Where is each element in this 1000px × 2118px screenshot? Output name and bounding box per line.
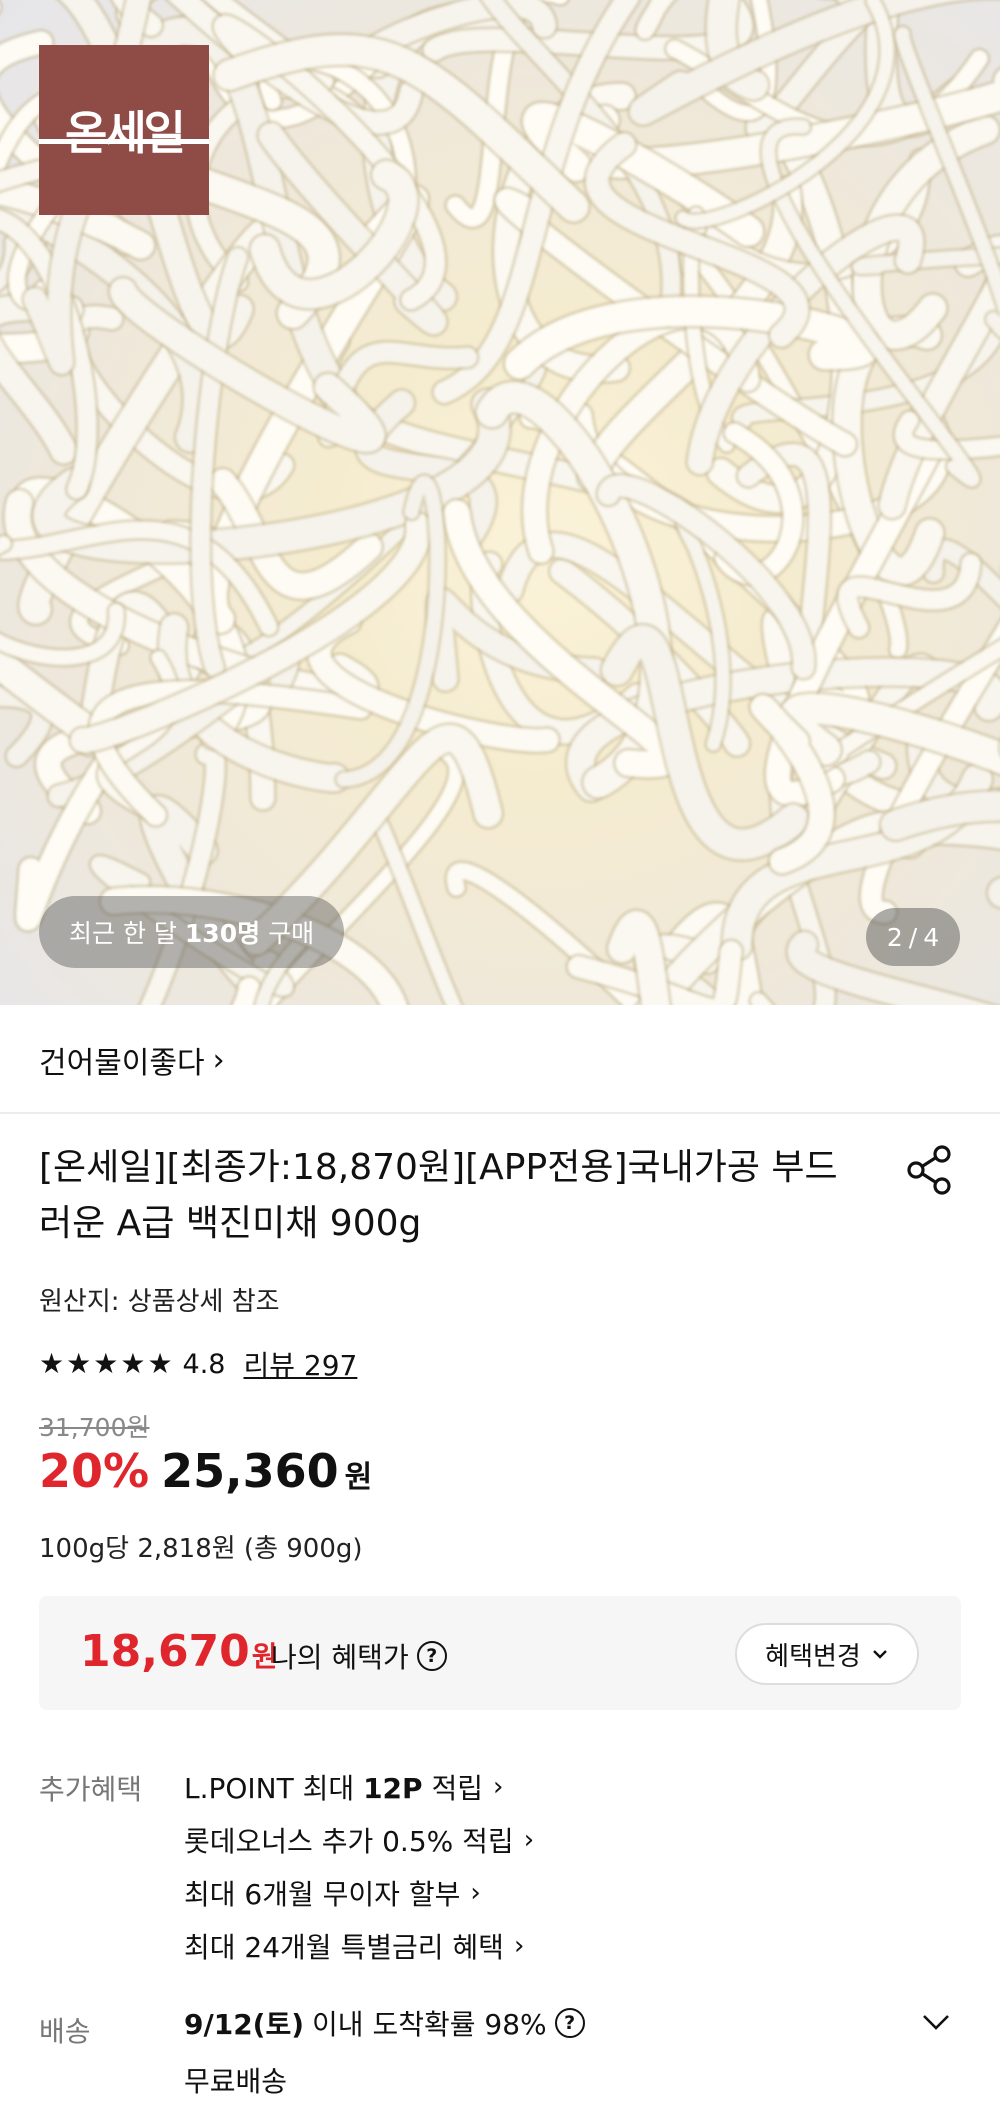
rating-row: ★ ★ ★ ★ ★ 4.8 리뷰 297 — [39, 1344, 357, 1384]
price-unit: 원 — [344, 1460, 373, 1495]
divider — [0, 1112, 1000, 1114]
my-benefit-price: 18,670 원 — [80, 1626, 278, 1677]
extra-benefits-list: L.POINT 최대 12P 적립 › 롯데오너스 추가 0.5% 적립 › 최… — [184, 1760, 534, 1972]
my-benefit-label: 나의 혜택가 ? — [271, 1636, 447, 1676]
sale-price: 25,360 — [161, 1444, 339, 1498]
product-title: [온세일][최종가:18,870원][APP전용]국내가공 부드러운 A급 백진… — [39, 1147, 838, 1244]
discount-rate: 20% — [39, 1444, 150, 1498]
benefit-item-lotte-owners[interactable]: 롯데오너스 추가 0.5% 적립 › — [184, 1813, 534, 1866]
help-icon[interactable]: ? — [416, 1641, 447, 1671]
chevron-right-icon: › — [523, 1824, 535, 1855]
delivery-estimate: 9/12(토) 이내 도착확률 98% ? — [184, 2003, 585, 2043]
unit-price: 100g당 2,818원 (총 900g) — [39, 1534, 363, 1564]
origin-info: 원산지: 상품상세 참조 — [39, 1287, 280, 1317]
original-price: 31,700원 — [39, 1413, 150, 1442]
recent-buyers-badge: 최근 한 달 130명 구매 — [39, 896, 345, 968]
rating-value: 4.8 — [182, 1348, 226, 1380]
star-icon: ★ — [120, 1347, 146, 1380]
store-link[interactable]: 건어물이좋다 › — [39, 1030, 225, 1090]
star-icon: ★ — [66, 1347, 92, 1380]
chevron-right-icon: › — [492, 1771, 504, 1802]
brand-logo: 온세일 — [39, 45, 209, 215]
my-benefit-price-box: 18,670 원 나의 혜택가 ? 혜택변경 — [39, 1596, 961, 1710]
image-page-indicator: 2 / 4 — [866, 908, 960, 966]
chevron-down-icon — [872, 1650, 887, 1659]
benefit-item-lpoint[interactable]: L.POINT 최대 12P 적립 › — [184, 1760, 534, 1813]
star-icon: ★ — [93, 1347, 119, 1380]
benefit-item-installment[interactable]: 최대 6개월 무이자 할부 › — [184, 1866, 534, 1919]
help-icon[interactable]: ? — [554, 2008, 585, 2038]
star-icon: ★ — [147, 1347, 173, 1380]
extra-benefits-label: 추가혜택 — [39, 1773, 143, 1806]
chevron-right-icon: › — [470, 1877, 481, 1908]
benefit-item-special-rate[interactable]: 최대 24개월 특별금리 혜택 › — [184, 1919, 534, 1972]
price-row: 20% 25,360 원 — [39, 1444, 372, 1498]
chevron-down-icon[interactable] — [918, 2004, 954, 2040]
chevron-right-icon: › — [513, 1930, 525, 1961]
chevron-right-icon: › — [212, 1042, 225, 1078]
product-image[interactable]: 온세일 최근 한 달 130명 구매 2 / 4 — [0, 0, 1000, 1005]
share-icon[interactable] — [902, 1142, 958, 1198]
review-link[interactable]: 리뷰 297 — [244, 1344, 358, 1384]
store-name: 건어물이좋다 — [39, 1046, 205, 1081]
star-icon: ★ — [39, 1347, 65, 1380]
delivery-label: 배송 — [39, 2015, 91, 2048]
delivery-fee: 무료배송 — [184, 2065, 288, 2098]
change-benefit-button[interactable]: 혜택변경 — [735, 1623, 919, 1685]
star-rating: ★ ★ ★ ★ ★ — [39, 1350, 173, 1378]
